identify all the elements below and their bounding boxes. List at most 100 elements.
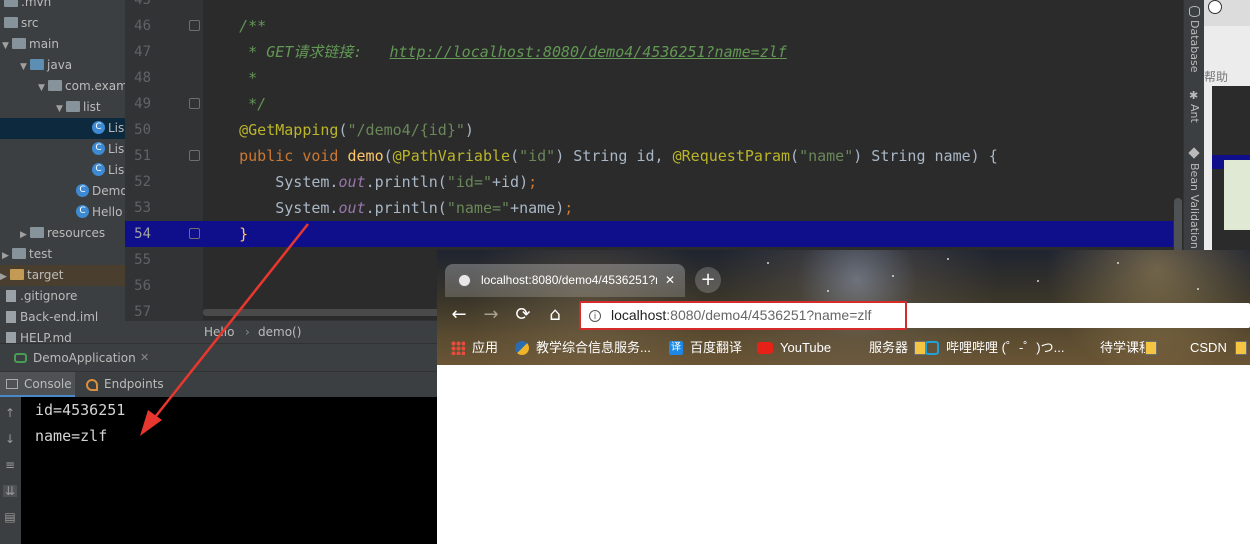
page-content[interactable] [437,365,1250,544]
class-icon: C [76,184,89,197]
line-number-current: 54 [134,226,151,242]
tool-tab-database[interactable]: Database [1184,20,1205,73]
soft-wrap-icon[interactable]: ≡ [3,459,17,471]
tree-item-demo-class[interactable]: C Demo [0,181,125,202]
theme-star [1037,280,1039,282]
bookmark-baidu-translate[interactable]: 译百度翻译 [669,334,742,362]
close-tab-icon[interactable]: ✕ [665,264,675,297]
theme-star [1197,288,1199,290]
console-output[interactable]: id=4536251 name=zlf [21,397,437,544]
class-icon: C [92,163,105,176]
chevron-right-icon[interactable]: ▶ [20,225,30,246]
new-tab-button[interactable]: + [695,267,721,293]
current-line-gutter: 54 [125,221,203,247]
forward-button[interactable]: → [477,301,505,329]
line-number: 53 [134,200,151,216]
tree-item-help-md[interactable]: HELP.md [0,328,125,343]
tree-item-target[interactable]: ▶ target [0,265,125,286]
class-icon: C [76,205,89,218]
tree-item-iml[interactable]: Back-end.iml [0,307,125,328]
close-icon[interactable]: ✕ [140,344,149,372]
fold-marker-icon[interactable] [189,150,200,161]
translate-icon: 译 [669,340,683,355]
tree-item-package[interactable]: ▼ com.exam [0,76,125,97]
bookmark-edu[interactable]: 教学综合信息服务... [515,334,651,362]
tree-item-gitignore[interactable]: .gitignore [0,286,125,307]
run-config-icon [14,353,27,363]
bookmark-courses-folder[interactable]: 待学课程 [1081,334,1157,362]
code-line-46: /** [239,17,267,35]
tree-item-class-2[interactable]: C Lis [0,139,125,160]
code-line-50: @GetMapping("/demo4/{id}") [239,121,474,139]
tab-endpoints[interactable]: Endpoints [86,372,164,397]
package-icon [48,80,62,91]
fold-marker-icon[interactable] [189,98,200,109]
database-icon [1189,6,1200,17]
chevron-right-icon[interactable]: ▶ [0,267,10,288]
address-bar-extension[interactable] [907,303,1250,328]
chevron-down-icon[interactable]: ▼ [56,99,66,120]
fold-marker-icon[interactable] [189,20,200,31]
browser-window: localhost:8080/demo4/4536251?name=zlf ✕ … [437,250,1250,544]
tree-item-list[interactable]: ▼ list [0,97,125,118]
bookmark-youtube[interactable]: YouTube [757,334,831,362]
tree-item-test[interactable]: ▶ test [0,244,125,265]
background-window-edge: 帮助 [1204,0,1250,250]
breadcrumb-class[interactable]: Hello [204,321,234,343]
chevron-right-icon[interactable]: ▶ [2,246,12,267]
tab-console[interactable]: Console [0,372,75,397]
comment-url-link[interactable]: http://localhost:8080/demo4/4536251?name… [389,43,786,61]
breadcrumb-separator: › [245,325,250,339]
theme-star [1117,262,1119,264]
scroll-down-icon[interactable]: ↓ [3,433,17,445]
bookmark-bilibili[interactable]: 哔哩哔哩 (゜-゜)つ... [925,334,1064,362]
background-image-thumbnail [1224,160,1250,230]
scroll-up-icon[interactable]: ↑ [3,407,17,419]
chevron-down-icon[interactable]: ▼ [2,36,12,57]
globe-icon [458,274,471,287]
browser-tab[interactable]: localhost:8080/demo4/4536251?name=zlf ✕ [445,264,685,297]
tool-tab-ant[interactable]: Ant [1184,104,1205,123]
code-line-54-current: } [203,221,1173,247]
fold-marker-icon[interactable] [189,228,200,239]
tree-item-resources[interactable]: ▶ resources [0,223,125,244]
back-button[interactable]: ← [445,301,473,329]
bookmark-csdn-folder[interactable]: CSDN [1171,334,1247,362]
tree-item-class-1[interactable]: C Lis [0,118,125,139]
run-config-tab[interactable]: DemoApplication [33,344,136,372]
code-line-53: System.out.println("name="+name); [275,199,574,217]
tree-item-hello-class[interactable]: C Hello [0,202,125,223]
tree-item-mvn[interactable]: .mvn [0,0,125,13]
editor-gutter[interactable]: 45 46 47 48 49 50 51 52 53 55 56 57 [125,0,203,320]
chevron-down-icon[interactable]: ▼ [20,57,30,78]
bookmarks-bar: 应用 教学综合信息服务... 译百度翻译 YouTube 服务器 哔哩哔哩 (゜… [437,334,1250,362]
package-icon [66,101,80,112]
breadcrumb-method[interactable]: demo() [258,321,301,343]
theme-star [827,290,829,292]
class-icon: C [92,142,105,155]
code-line-49: */ [239,95,267,113]
run-panel-tabs: Console Endpoints [0,371,437,397]
tree-item-main[interactable]: ▼ main [0,34,125,55]
address-bar[interactable]: i localhost:8080/demo4/4536251?name=zlf [579,301,907,330]
bookmark-apps[interactable]: 应用 [451,334,498,362]
reload-button[interactable]: ⟳ [509,301,537,329]
bookmark-more-folder[interactable] [1241,334,1250,362]
scroll-to-end-icon[interactable]: ⇊ [3,485,17,497]
line-number: 56 [134,278,151,294]
info-icon[interactable]: i [589,310,601,322]
tool-tab-bean-validation[interactable]: Bean Validation [1184,163,1205,249]
folder-icon [4,0,18,7]
home-button[interactable]: ⌂ [541,301,569,329]
project-tree[interactable]: .mvn src ▼ main ▼ java ▼ com.exam ▼ list C Li… [0,0,125,343]
tree-item-src[interactable]: src [0,13,125,34]
address-text[interactable]: localhost:8080/demo4/4536251?name=zlf [611,303,871,328]
chevron-down-icon[interactable]: ▼ [38,78,48,99]
print-icon[interactable]: ▤ [3,511,17,523]
folder-icon [4,17,18,28]
bookmark-server-folder[interactable]: 服务器 [850,334,926,362]
tree-item-java[interactable]: ▼ java [0,55,125,76]
code-line-48: * [239,69,258,87]
tree-item-class-3[interactable]: C Lis [0,160,125,181]
editor-horizontal-scrollbar[interactable] [203,309,443,316]
